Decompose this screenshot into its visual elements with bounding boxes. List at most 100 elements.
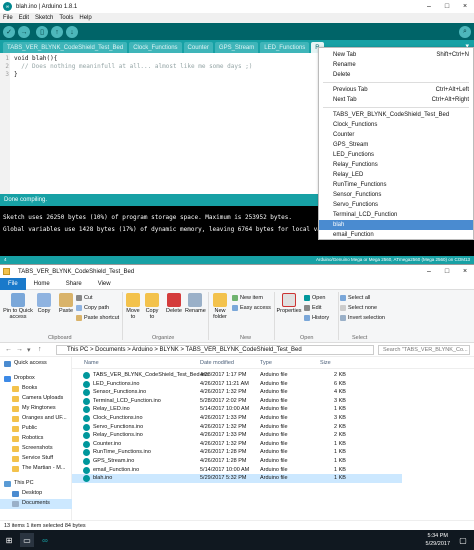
- table-row[interactable]: RunTime_Functions.ino 4/26/2017 1:28 PM Ar…: [72, 448, 402, 457]
- open-button[interactable]: Open: [304, 295, 325, 301]
- tab-led-functions[interactable]: LED_Functions: [260, 42, 310, 53]
- address-bar[interactable]: This PC > Documents > Arduino > BLYNK > …: [56, 345, 374, 355]
- maximize-icon[interactable]: □: [438, 268, 456, 275]
- easy-access-button[interactable]: Easy access: [232, 305, 271, 311]
- system-clock[interactable]: 5:34 PM 5/29/2017: [426, 532, 450, 548]
- recent-locations-icon[interactable]: ▾: [27, 346, 31, 354]
- menu-sketch[interactable]: Sketch: [35, 15, 53, 21]
- maximize-icon[interactable]: □: [438, 3, 456, 10]
- select-none-button[interactable]: Select none: [340, 305, 377, 311]
- back-icon[interactable]: ←: [5, 346, 12, 353]
- serial-monitor-icon[interactable]: ⌕: [459, 26, 471, 38]
- menu-tab-item[interactable]: Relay_LED: [319, 170, 473, 180]
- open-sketch-icon[interactable]: ↑: [51, 26, 63, 38]
- copy-button[interactable]: Copy: [34, 293, 54, 314]
- properties-button[interactable]: Properties: [276, 293, 302, 314]
- menu-tab-item[interactable]: Clock_Functions: [319, 120, 473, 130]
- up-icon[interactable]: ↑: [38, 346, 42, 353]
- menu-item-new-tab[interactable]: New Tab Shift+Ctrl+N: [319, 50, 473, 60]
- new-sketch-icon[interactable]: ▯: [36, 26, 48, 38]
- copy-to-button[interactable]: Copy to: [143, 293, 161, 320]
- paste-shortcut-button[interactable]: Paste shortcut: [76, 315, 119, 321]
- table-row[interactable]: Terminal_LCD_Function.ino 5/28/2017 2:02 …: [72, 397, 402, 406]
- move-to-button[interactable]: Move to: [124, 293, 142, 320]
- copy-path-button[interactable]: Copy path: [76, 305, 109, 311]
- menu-tab-item[interactable]: Sensor_Functions: [319, 190, 473, 200]
- start-icon[interactable]: ⊞: [2, 533, 16, 547]
- tab-counter[interactable]: Counter: [183, 42, 213, 53]
- invert-selection-button[interactable]: Invert selection: [340, 315, 385, 321]
- nav-folder[interactable]: My Ringtones: [0, 404, 72, 414]
- column-size[interactable]: Size: [320, 360, 331, 366]
- menu-tab-item[interactable]: Servo_Functions: [319, 200, 473, 210]
- menu-item-previous-tab[interactable]: Previous Tab Ctrl+Alt+Left: [319, 85, 473, 95]
- notification-icon[interactable]: ▢: [456, 533, 470, 547]
- nav-dropbox[interactable]: Dropbox: [0, 374, 72, 384]
- nav-folder[interactable]: Robotics: [0, 434, 72, 444]
- column-name[interactable]: Name: [84, 360, 99, 366]
- table-row[interactable]: Servo_Functions.ino 4/26/2017 1:32 PM Ardu…: [72, 423, 402, 432]
- menu-tab-item-selected[interactable]: blah: [319, 220, 473, 230]
- menu-tab-item[interactable]: GPS_Stream: [319, 140, 473, 150]
- paste-button[interactable]: Paste: [55, 293, 77, 314]
- table-row[interactable]: blah.ino 5/29/2017 5:32 PM Arduino file 1 K…: [72, 474, 402, 483]
- nav-folder[interactable]: Service Stuff: [0, 454, 72, 464]
- nav-documents[interactable]: Documents: [0, 499, 72, 509]
- table-row[interactable]: email_Function.ino 5/14/2017 10:00 AM Ardu…: [72, 466, 402, 475]
- menu-tab-item[interactable]: email_Function: [319, 230, 473, 240]
- menu-item-delete[interactable]: Delete: [319, 70, 473, 80]
- delete-button[interactable]: Delete: [165, 293, 183, 314]
- nav-folder[interactable]: The Martian - M...: [0, 464, 72, 474]
- table-row[interactable]: GPS_Stream.ino 4/26/2017 1:28 PM Arduino f…: [72, 457, 402, 466]
- search-box[interactable]: Search "TABS_VER_BLYNK_Co...: [378, 345, 470, 355]
- minimize-icon[interactable]: –: [420, 268, 438, 275]
- menu-tab-item[interactable]: Terminal_LCD_Function: [319, 210, 473, 220]
- nav-desktop[interactable]: Desktop: [0, 489, 72, 499]
- pin-quick-access-button[interactable]: Pin to Quick access: [3, 293, 33, 320]
- forward-icon[interactable]: →: [16, 346, 23, 353]
- file-explorer-taskbar-icon[interactable]: ▭: [20, 533, 34, 547]
- nav-folder[interactable]: Camera Uploads: [0, 394, 72, 404]
- tab-file[interactable]: File: [0, 277, 26, 290]
- folder-icon[interactable]: [3, 268, 10, 275]
- column-type[interactable]: Type: [260, 360, 272, 366]
- cut-button[interactable]: Cut: [76, 295, 93, 301]
- menu-item-rename[interactable]: Rename: [319, 60, 473, 70]
- tab-home[interactable]: Home: [26, 278, 58, 290]
- tab-view[interactable]: View: [90, 278, 119, 290]
- arduino-taskbar-icon[interactable]: ∞: [38, 533, 52, 547]
- tab-main[interactable]: TABS_VER_BLYNK_CodeShield_Test_Bed: [3, 42, 128, 53]
- table-row[interactable]: LED_Functions.ino 4/26/2017 11:21 AM Ardui…: [72, 380, 402, 389]
- nav-folder[interactable]: Oranges and UF...: [0, 414, 72, 424]
- edit-button[interactable]: Edit: [304, 305, 321, 311]
- tab-share[interactable]: Share: [58, 278, 90, 290]
- close-icon[interactable]: ×: [456, 268, 474, 275]
- menu-tools[interactable]: Tools: [59, 15, 73, 21]
- table-row[interactable]: Clock_Functions.ino 4/26/2017 1:33 PM Ardu…: [72, 414, 402, 423]
- rename-button[interactable]: Rename: [185, 293, 206, 314]
- menu-help[interactable]: Help: [79, 15, 91, 21]
- column-date-modified[interactable]: Date modified: [200, 360, 234, 366]
- upload-icon[interactable]: →: [18, 26, 30, 38]
- menu-edit[interactable]: Edit: [19, 15, 29, 21]
- select-all-button[interactable]: Select all: [340, 295, 370, 301]
- nav-this-pc[interactable]: This PC: [0, 479, 72, 489]
- table-row[interactable]: TABS_VER_BLYNK_CodeShield_Test_Bed.ino 4/…: [72, 371, 402, 380]
- nav-folder[interactable]: Books: [0, 384, 72, 394]
- nav-folder[interactable]: Public: [0, 424, 72, 434]
- menu-file[interactable]: File: [3, 15, 13, 21]
- menu-tab-item[interactable]: RunTime_Functions: [319, 180, 473, 190]
- table-row[interactable]: Counter.ino 4/26/2017 1:32 PM Arduino file…: [72, 440, 402, 449]
- tab-gps-stream[interactable]: GPS_Stream: [214, 42, 259, 53]
- nav-quick-access[interactable]: Quick access: [0, 359, 72, 369]
- minimize-icon[interactable]: –: [420, 3, 438, 10]
- save-sketch-icon[interactable]: ↓: [66, 26, 78, 38]
- table-row[interactable]: Sensor_Functions.ino 4/26/2017 1:32 PM Ard…: [72, 388, 402, 397]
- menu-tab-item[interactable]: Counter: [319, 130, 473, 140]
- tab-clock-functions[interactable]: Clock_Functions: [129, 42, 182, 53]
- menu-item-next-tab[interactable]: Next Tab Ctrl+Alt+Right: [319, 95, 473, 105]
- table-row[interactable]: Relay_Functions.ino 4/26/2017 1:33 PM Ardu…: [72, 431, 402, 440]
- nav-folder[interactable]: Screenshots: [0, 444, 72, 454]
- new-item-button[interactable]: New item: [232, 295, 263, 301]
- menu-tab-item[interactable]: Relay_Functions: [319, 160, 473, 170]
